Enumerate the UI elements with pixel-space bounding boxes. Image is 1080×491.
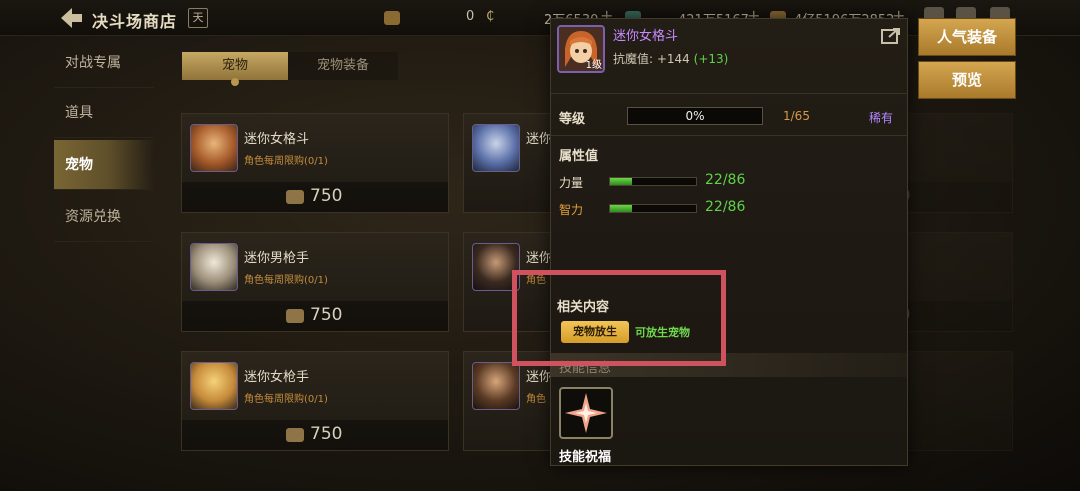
card-limit: 角色每周限购(0/1) (244, 275, 328, 286)
card-limit: 角色 (526, 394, 546, 405)
pet-portrait (190, 362, 238, 410)
card-name: 迷你女格斗 (244, 132, 310, 147)
level-count: 1/65 (783, 109, 810, 123)
card-price: 750 (310, 424, 343, 444)
level-progress-bar: 0% (627, 107, 763, 125)
highlight-box (512, 270, 726, 366)
level-badge: 1级 (585, 60, 602, 71)
shop-card[interactable]: 迷你女格斗 角色每周限购(0/1) 750 (181, 113, 449, 213)
pet-portrait (190, 124, 238, 172)
divider (551, 135, 907, 136)
stat-intelligence-bar (609, 204, 697, 213)
stat-intelligence-name: 智力 (559, 203, 584, 217)
stats-title: 属性值 (559, 149, 599, 164)
currency-1-value: 0 (466, 9, 475, 24)
price-bar: 750 (182, 182, 448, 212)
coin-icon (286, 190, 304, 204)
nav-item-battle-exclusive[interactable]: 对战专属 (54, 38, 154, 88)
coin-icon (286, 428, 304, 442)
level-label: 等级 (559, 112, 586, 127)
stat-intelligence-fill (610, 205, 633, 212)
attr-bonus: (+13) (693, 52, 729, 66)
blessing-star-icon (565, 393, 607, 433)
page-title: 决斗场商店 (92, 12, 178, 31)
nav-item-resource-exchange[interactable]: 资源兑换 (54, 192, 154, 242)
popup-pet-portrait: 1级 (557, 25, 605, 73)
share-icon[interactable] (881, 27, 901, 45)
card-name: 迷你 (526, 251, 553, 266)
popular-equipment-button[interactable]: 人气装备 (918, 18, 1016, 56)
skill-name: 技能祝福 (559, 450, 612, 465)
stat-strength-fill (610, 178, 633, 185)
stat-strength-bar (609, 177, 697, 186)
card-price: 750 (310, 305, 343, 325)
card-limit: 角色每周限购(0/1) (244, 156, 328, 167)
card-name: 迷你 (526, 370, 553, 385)
divider (551, 93, 907, 94)
card-name: 迷你 (526, 132, 553, 147)
attr-label: 抗魔值: +144 (613, 52, 690, 66)
calendar-icon[interactable]: 天 (188, 8, 208, 28)
pet-portrait (472, 124, 520, 172)
skill-icon[interactable] (559, 387, 613, 439)
coin-icon (286, 309, 304, 323)
tab-pet-equipment[interactable]: 宠物装备 (288, 52, 398, 80)
price-bar: 750 (182, 420, 448, 450)
price-bar: 750 (182, 301, 448, 331)
popup-attribute: 抗魔值: +144 (+13) (613, 50, 728, 67)
card-price: 750 (310, 186, 343, 206)
shop-card[interactable]: 迷你男枪手 角色每周限购(0/1) 750 (181, 232, 449, 332)
pet-portrait (190, 243, 238, 291)
currency-1-symbol: ₵ (486, 9, 495, 24)
card-limit: 角色每周限购(0/1) (244, 394, 328, 405)
pet-portrait (472, 362, 520, 410)
preview-button[interactable]: 预览 (918, 61, 1016, 99)
back-arrow-icon[interactable] (58, 6, 84, 30)
pet-detail-popup: 1级 迷你女格斗 抗魔值: +144 (+13) 等级 0% 1/65 稀有 属… (550, 18, 908, 466)
card-name: 迷你女枪手 (244, 370, 310, 385)
coin-icon (384, 11, 400, 25)
rarity-label: 稀有 (869, 111, 894, 125)
popup-pet-name: 迷你女格斗 (613, 29, 679, 44)
stat-strength-value: 22/86 (705, 172, 746, 188)
nav-item-pets[interactable]: 宠物 (54, 140, 154, 190)
stat-strength-name: 力量 (559, 176, 584, 190)
card-name: 迷你男枪手 (244, 251, 310, 266)
stat-intelligence-value: 22/86 (705, 199, 746, 215)
nav-item-items[interactable]: 道具 (54, 88, 154, 138)
shop-card[interactable]: 迷你女枪手 角色每周限购(0/1) 750 (181, 351, 449, 451)
tab-pets[interactable]: 宠物 (182, 52, 288, 86)
